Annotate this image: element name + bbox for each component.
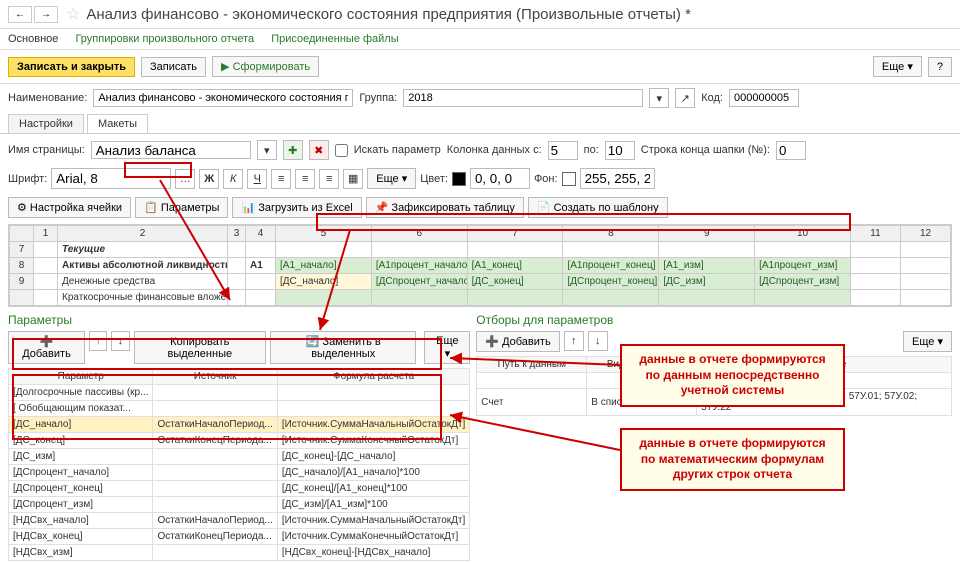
pagename-input[interactable]: [91, 141, 251, 159]
color-swatch[interactable]: [452, 172, 466, 186]
param-replace-button[interactable]: 🔄 Заменить в выделенных: [270, 331, 416, 364]
params-panel-title: Параметры: [8, 313, 470, 327]
underline-icon[interactable]: Ч: [247, 169, 267, 189]
header-row-input[interactable]: [776, 141, 806, 160]
name-input[interactable]: [93, 89, 353, 107]
nav-back[interactable]: ←: [8, 6, 32, 23]
filter-panel-title: Отборы для параметров: [476, 313, 952, 327]
tab-files[interactable]: Присоединенные файлы: [271, 33, 398, 45]
nav-fwd[interactable]: →: [34, 6, 58, 23]
col-from-label: Колонка данных с:: [447, 144, 542, 156]
group-open-icon[interactable]: ↗: [675, 88, 695, 108]
filter-up-icon[interactable]: ↑: [564, 331, 584, 351]
layout-grid[interactable]: 123456789101112 7Текущие 8Активы абсолют…: [8, 224, 952, 307]
group-dropdown-icon[interactable]: ▾: [649, 88, 669, 108]
star-icon[interactable]: ☆: [66, 4, 80, 24]
font-label: Шрифт:: [8, 173, 47, 185]
help-button[interactable]: ?: [928, 57, 952, 77]
group-label: Группа:: [359, 92, 397, 104]
color-input[interactable]: [470, 168, 530, 189]
delete-page-icon[interactable]: ✖: [309, 140, 329, 160]
col-to-input[interactable]: [605, 141, 635, 160]
filter-down-icon[interactable]: ↓: [588, 331, 608, 351]
callout-1: данные в отчете формируются по данным не…: [620, 344, 845, 407]
param-down-icon[interactable]: ↓: [111, 331, 129, 351]
tab-layouts[interactable]: Макеты: [87, 114, 148, 133]
filter-add-button[interactable]: ➕ Добавить: [476, 331, 559, 352]
callout-2: данные в отчете формируются по математич…: [620, 428, 845, 491]
page-title: Анализ финансово - экономического состоя…: [86, 6, 691, 23]
tab-groups[interactable]: Группировки произвольного отчета: [75, 33, 254, 45]
filter-more-button[interactable]: Еще ▾: [903, 331, 952, 352]
tab-settings[interactable]: Настройки: [8, 114, 84, 133]
border-icon[interactable]: ▦: [343, 169, 363, 189]
bold-icon[interactable]: Ж: [199, 169, 219, 189]
excel-button[interactable]: 📊 Загрузить из Excel: [232, 197, 361, 218]
pagename-dropdown-icon[interactable]: ▾: [257, 140, 277, 160]
params-table[interactable]: ПараметрИсточникФормула расчета [Долгоср…: [8, 368, 470, 561]
param-copy-button[interactable]: Копировать выделенные: [134, 331, 267, 364]
cell-settings-button[interactable]: ⚙ Настройка ячейки: [8, 197, 131, 218]
color-label: Цвет:: [420, 173, 448, 185]
name-label: Наименование:: [8, 92, 87, 104]
code-label: Код:: [701, 92, 723, 104]
header-row-label: Строка конца шапки (№):: [641, 144, 770, 156]
align-center-icon[interactable]: ≡: [295, 169, 315, 189]
code-input[interactable]: [729, 89, 799, 107]
bg-label: Фон:: [534, 173, 558, 185]
col-to-label: по:: [584, 144, 599, 156]
tab-main[interactable]: Основное: [8, 33, 58, 45]
param-add-button[interactable]: ➕ Добавить: [8, 331, 85, 364]
col-from-input[interactable]: [548, 141, 578, 160]
search-param-label: Искать параметр: [354, 144, 441, 156]
align-right-icon[interactable]: ≡: [319, 169, 339, 189]
align-left-icon[interactable]: ≡: [271, 169, 291, 189]
add-page-icon[interactable]: ✚: [283, 140, 303, 160]
param-more-button[interactable]: Еще ▾: [424, 331, 470, 364]
font-more-button[interactable]: Еще ▾: [367, 168, 416, 189]
save-close-button[interactable]: Записать и закрыть: [8, 57, 135, 77]
form-button[interactable]: ▶ Сформировать: [212, 56, 319, 77]
font-input[interactable]: [51, 168, 171, 189]
search-param-checkbox[interactable]: [335, 144, 348, 157]
pagename-label: Имя страницы:: [8, 144, 85, 156]
save-button[interactable]: Записать: [141, 57, 206, 77]
fix-button[interactable]: 📌 Зафиксировать таблицу: [366, 197, 524, 218]
param-up-icon[interactable]: ↑: [89, 331, 107, 351]
template-button[interactable]: 📄 Создать по шаблону: [528, 197, 668, 218]
bg-input[interactable]: [580, 168, 655, 189]
more-button[interactable]: Еще ▾: [873, 56, 922, 77]
bg-swatch[interactable]: [562, 172, 576, 186]
italic-icon[interactable]: К: [223, 169, 243, 189]
group-input[interactable]: [403, 89, 643, 107]
params-button[interactable]: 📋 Параметры: [135, 197, 228, 218]
font-picker-icon[interactable]: …: [175, 169, 195, 189]
